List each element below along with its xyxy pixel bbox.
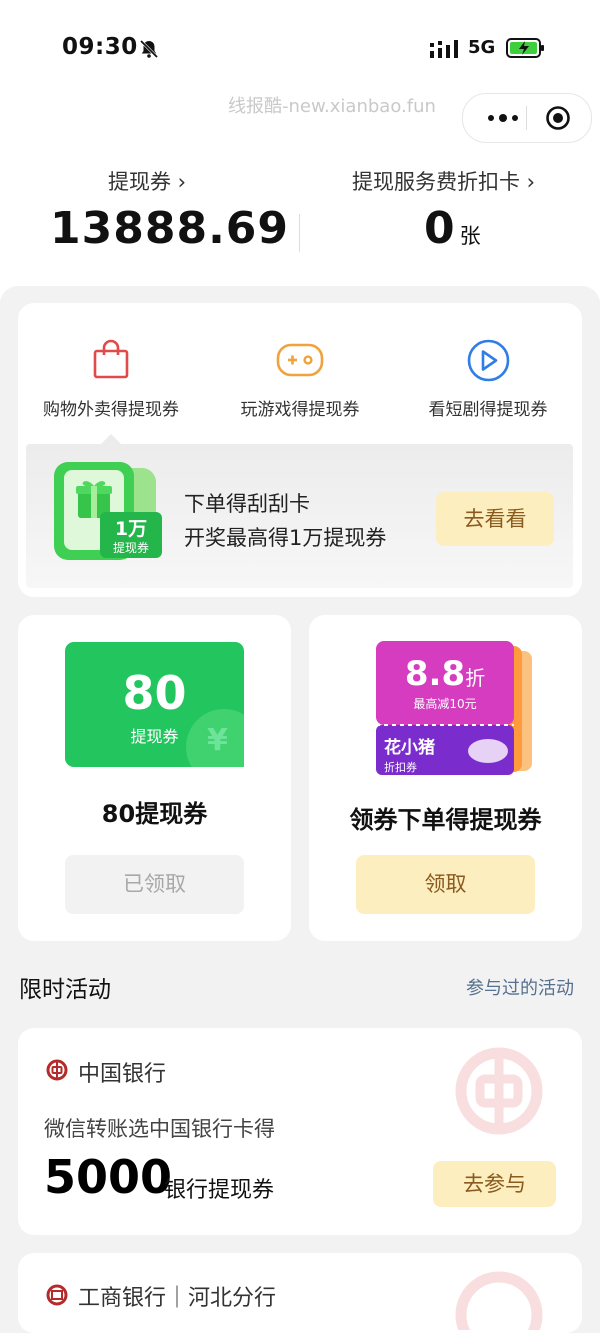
promo-ticket-label: 提现券: [112, 541, 149, 555]
brand-coupon-type: 折扣券: [384, 761, 417, 774]
category-short-drama[interactable]: 看短剧得提现券: [398, 395, 578, 420]
go-see-button[interactable]: 去看看: [436, 492, 554, 546]
coupon-left-title: 80提现券: [101, 800, 208, 828]
fee-discount-card-count: 0张: [424, 203, 482, 254]
promo-title: 下单得刮刮卡: [184, 492, 310, 516]
promo-subtitle: 开奖最高得1万提现券: [184, 526, 387, 550]
bell-muted-icon: [139, 39, 159, 59]
brand-name: 花小猪: [384, 738, 435, 758]
bank-name-icbc: 工商银行｜河北分行: [78, 1286, 277, 1311]
section-title: 限时活动: [19, 977, 111, 1003]
yuan-symbol: ¥: [207, 723, 228, 758]
header-divider: [299, 214, 300, 252]
close-miniprogram-button[interactable]: [545, 105, 571, 131]
card-count-value: 0: [424, 203, 456, 254]
more-dot-icon: [488, 115, 494, 121]
voucher-amount: 80: [122, 666, 187, 720]
boc-logo-icon: [46, 1059, 68, 1081]
fee-discount-card-link[interactable]: 提现服务费折扣卡 ›: [352, 166, 535, 196]
claimed-button[interactable]: 已领取: [65, 855, 244, 914]
gamepad-icon[interactable]: [276, 339, 324, 379]
withdraw-voucher-link[interactable]: 提现券 ›: [108, 166, 186, 196]
activity-amount: 5000: [44, 1150, 173, 1204]
activity-description: 微信转账选中国银行卡得: [44, 1117, 275, 1141]
card-count-unit: 张: [459, 224, 482, 248]
discount-unit: 折: [465, 666, 486, 690]
play-icon[interactable]: [467, 339, 510, 382]
status-time: 09:30: [62, 34, 138, 60]
miniprogram-capsule: [462, 93, 592, 143]
category-games[interactable]: 玩游戏得提现券: [210, 395, 390, 420]
activity-unit: 银行提现券: [164, 1178, 275, 1203]
category-shopping[interactable]: 购物外卖得提现券: [21, 395, 201, 420]
discount-cap: 最高减10元: [413, 697, 477, 711]
coupon-right-title: 领券下单得提现券: [349, 806, 542, 834]
more-dot-icon: [499, 114, 507, 122]
boc-logo-watermark-icon: [455, 1047, 543, 1135]
network-type: 5G: [468, 37, 496, 58]
participate-button[interactable]: 去参与: [433, 1161, 556, 1207]
participated-activities-link[interactable]: 参与过的活动: [466, 974, 574, 1000]
more-dot-icon: [512, 115, 518, 121]
cell-signal-icon: [430, 40, 458, 58]
battery-charging-icon: [506, 38, 544, 58]
claim-button[interactable]: 领取: [356, 855, 535, 914]
capsule-divider: [526, 106, 527, 130]
icbc-logo-watermark-icon: [455, 1271, 543, 1330]
more-menu-button[interactable]: [481, 94, 525, 142]
withdraw-voucher-balance: 13888.69: [50, 203, 290, 254]
bank-name: 中国银行: [78, 1062, 167, 1087]
discount-value: 8.8: [404, 654, 466, 694]
discount-text: 8.8折: [376, 654, 514, 694]
icbc-logo-icon: [46, 1284, 68, 1306]
shopping-bag-icon[interactable]: [91, 339, 131, 379]
promo-ticket-amount: 1万: [114, 518, 148, 540]
watermark-text: 线报酷-new.xianbao.fun: [228, 96, 436, 117]
